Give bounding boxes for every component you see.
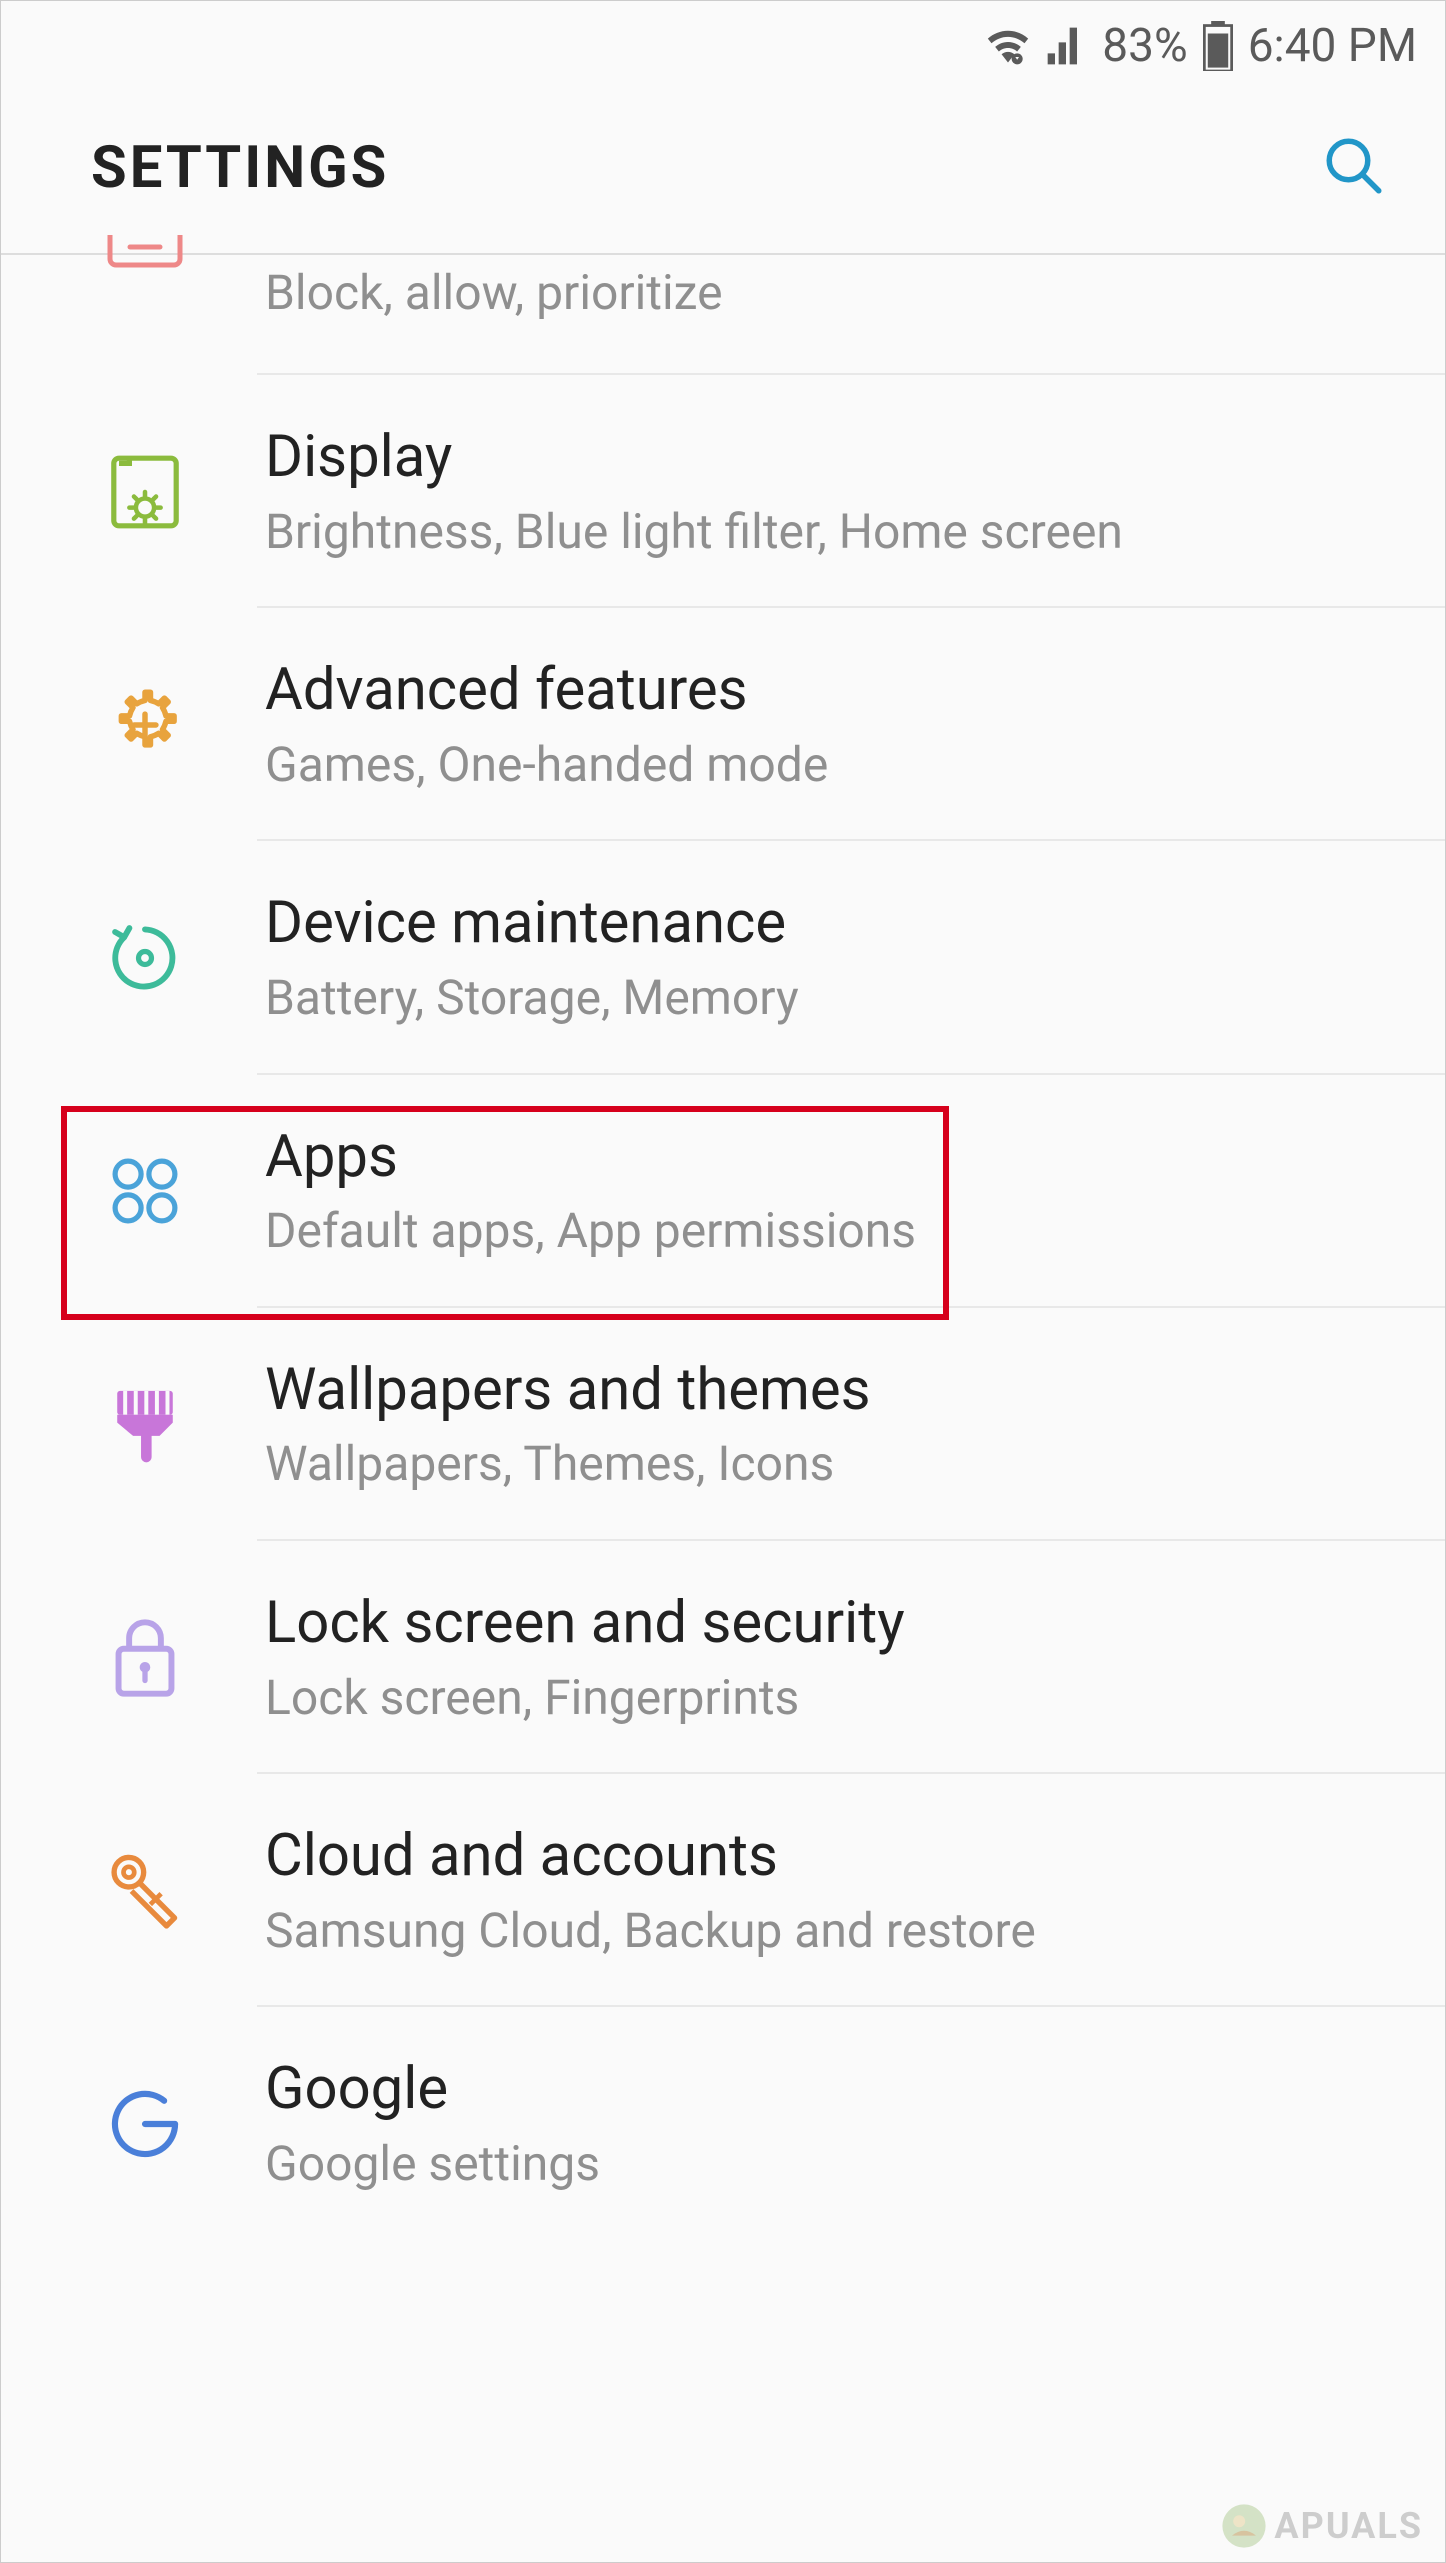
item-title: Display — [265, 423, 1415, 493]
cloud-accounts-icon — [97, 1843, 193, 1939]
settings-list: Block, allow, prioritize Display Brightn… — [1, 253, 1445, 2241]
item-title: Lock screen and security — [265, 1589, 1415, 1659]
item-title: Device maintenance — [265, 889, 1415, 959]
settings-item-google[interactable]: Google Google settings — [1, 2007, 1445, 2240]
watermark-text: APUALS — [1274, 2505, 1423, 2547]
wifi-icon — [986, 24, 1030, 68]
item-title: Advanced features — [265, 656, 1415, 726]
google-icon — [97, 2076, 193, 2172]
item-subtitle: Google settings — [265, 2135, 1415, 2193]
status-time: 6:40 PM — [1248, 19, 1417, 73]
item-subtitle: Games, One-handed mode — [265, 736, 1415, 794]
settings-item-advanced-features[interactable]: Advanced features Games, One-handed mode — [1, 608, 1445, 841]
apps-icon — [97, 1143, 193, 1239]
card-icon — [97, 235, 193, 331]
settings-item-device-maintenance[interactable]: Device maintenance Battery, Storage, Mem… — [1, 841, 1445, 1074]
device-maintenance-icon — [97, 910, 193, 1006]
item-subtitle: Block, allow, prioritize — [265, 264, 1415, 322]
search-icon — [1321, 133, 1387, 199]
display-icon — [97, 444, 193, 540]
search-button[interactable] — [1321, 133, 1387, 203]
battery-icon — [1202, 21, 1234, 71]
settings-item-display[interactable]: Display Brightness, Blue light filter, H… — [1, 375, 1445, 608]
item-subtitle: Wallpapers, Themes, Icons — [265, 1435, 1415, 1493]
item-subtitle: Brightness, Blue light filter, Home scre… — [265, 503, 1415, 561]
watermark-logo-icon — [1220, 2502, 1268, 2550]
battery-percent: 83% — [1102, 19, 1187, 73]
advanced-features-icon — [97, 677, 193, 773]
lock-icon — [97, 1610, 193, 1706]
item-subtitle: Samsung Cloud, Backup and restore — [265, 1902, 1415, 1960]
item-subtitle: Lock screen, Fingerprints — [265, 1669, 1415, 1727]
settings-item-lock-security[interactable]: Lock screen and security Lock screen, Fi… — [1, 1541, 1445, 1774]
settings-item-cloud-accounts[interactable]: Cloud and accounts Samsung Cloud, Backup… — [1, 1774, 1445, 2007]
settings-item-apps[interactable]: Apps Default apps, App permissions — [1, 1075, 1445, 1308]
item-title: Apps — [265, 1123, 1415, 1193]
status-bar: 83% 6:40 PM — [1, 1, 1445, 83]
item-title: Google — [265, 2055, 1415, 2125]
page-title: SETTINGS — [91, 134, 389, 202]
header: SETTINGS — [1, 83, 1445, 253]
item-title: Wallpapers and themes — [265, 1356, 1415, 1426]
settings-item-notifications[interactable]: Block, allow, prioritize — [1, 255, 1445, 375]
settings-item-wallpapers-themes[interactable]: Wallpapers and themes Wallpapers, Themes… — [1, 1308, 1445, 1541]
wallpapers-icon — [97, 1376, 193, 1472]
item-title: Cloud and accounts — [265, 1822, 1415, 1892]
watermark: APUALS — [1220, 2502, 1423, 2550]
item-subtitle: Default apps, App permissions — [265, 1202, 1415, 1260]
item-subtitle: Battery, Storage, Memory — [265, 969, 1415, 1027]
signal-icon — [1044, 24, 1088, 68]
